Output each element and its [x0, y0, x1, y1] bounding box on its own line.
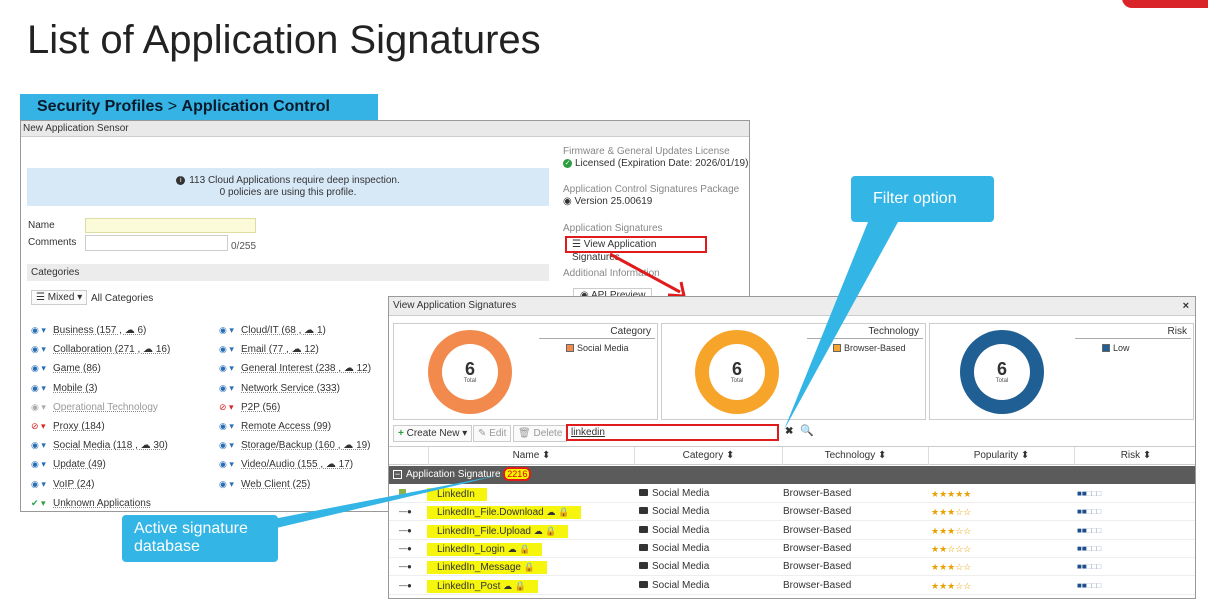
- active-db-line1: Active signature: [134, 520, 248, 537]
- active-db-callout: Active signature database: [122, 515, 278, 562]
- active-db-line2: database: [134, 538, 200, 555]
- filter-callout-tail: [784, 222, 898, 430]
- db-callout-tail: [268, 475, 500, 530]
- filter-option-callout: Filter option: [851, 176, 994, 222]
- filter-callout-text: Filter option: [873, 190, 957, 207]
